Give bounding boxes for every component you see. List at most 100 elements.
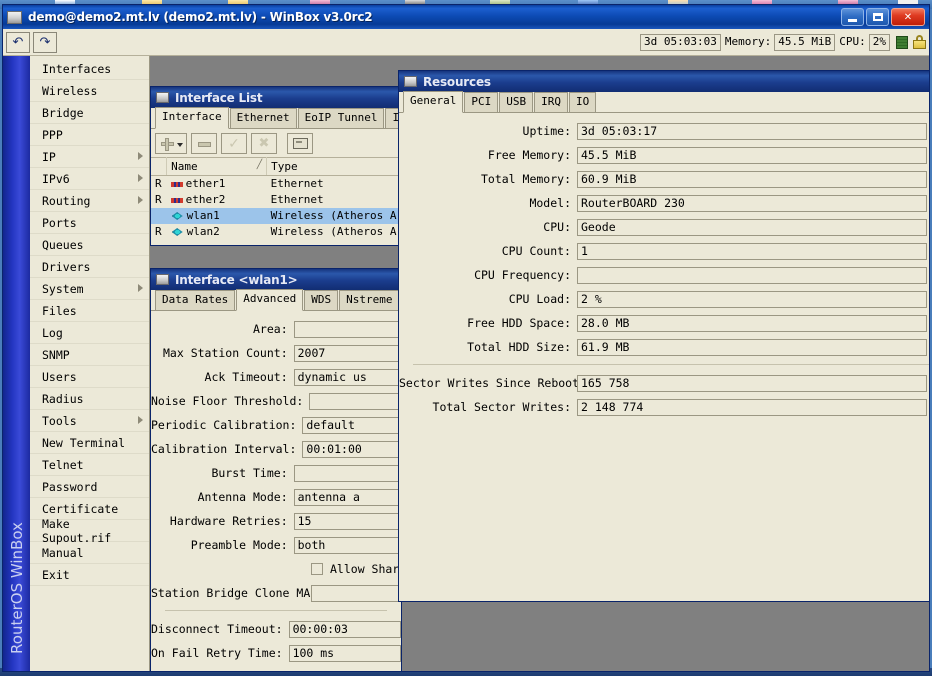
winbox-titlebar[interactable]: demo@demo2.mt.lv (demo2.mt.lv) - WinBox …: [3, 5, 929, 29]
max-station-count-input[interactable]: 2007: [293, 344, 401, 362]
ack-timeout-input[interactable]: dynamic us: [293, 368, 401, 386]
sidebar-item-telnet[interactable]: Telnet: [30, 454, 149, 476]
burst-time-label: Burst Time:: [211, 466, 288, 480]
sidebar-item-manual[interactable]: Manual: [30, 542, 149, 564]
sidebar-item-new-terminal[interactable]: New Terminal: [30, 432, 149, 454]
resources-form: Uptime: 3d 05:03:17 Free Memory: 45.5 MiB To…: [399, 113, 929, 419]
tab-advanced[interactable]: Advanced: [236, 289, 304, 311]
sidebar-item-radius[interactable]: Radius: [30, 388, 149, 410]
maximize-button[interactable]: [866, 8, 889, 26]
cpu-frequency-row: CPU Frequency:: [399, 263, 929, 287]
tab-eoip-tunnel[interactable]: EoIP Tunnel: [297, 108, 385, 128]
row-name-cell: ether1: [167, 176, 267, 192]
tab-ethernet[interactable]: Ethernet: [229, 108, 297, 128]
model-input[interactable]: RouterBOARD 230: [577, 194, 927, 212]
interface-wlan1-content: Data RatesAdvancedWDSNstremeTx P Area: Ma…: [151, 289, 441, 665]
cpu-frequency-label: CPU Frequency:: [474, 268, 571, 282]
chevron-right-icon: [138, 284, 143, 292]
burst-time-input[interactable]: [293, 464, 401, 482]
uptime-input[interactable]: 3d 05:03:17: [577, 122, 927, 140]
comment-button[interactable]: [287, 133, 313, 154]
sidebar-item-log[interactable]: Log: [30, 322, 149, 344]
sidebar-item-wireless[interactable]: Wireless: [30, 80, 149, 102]
sidebar-item-users[interactable]: Users: [30, 366, 149, 388]
sidebar-item-drivers[interactable]: Drivers: [30, 256, 149, 278]
sidebar-item-files[interactable]: Files: [30, 300, 149, 322]
disconnect-timeout-row: Disconnect Timeout: 00:00:03: [151, 617, 401, 641]
table-row[interactable]: Rether2 Ethernet: [151, 192, 401, 208]
sector-writes-since-reboot-row: Sector Writes Since Reboot: 165 758: [399, 371, 929, 395]
tab-interface[interactable]: Interface: [155, 107, 229, 129]
station-bridge-clone-mac-input[interactable]: [311, 584, 401, 602]
sidebar-item-ppp[interactable]: PPP: [30, 124, 149, 146]
antenna-mode-label: Antenna Mode:: [197, 490, 288, 504]
sidebar-item-interfaces[interactable]: Interfaces: [30, 58, 149, 80]
tab-usb[interactable]: USB: [499, 92, 534, 112]
undo-icon[interactable]: ↶: [6, 31, 30, 53]
close-button[interactable]: ✕: [891, 8, 925, 26]
table-row[interactable]: wlan1 Wireless (Atheros A: [151, 207, 401, 224]
sidebar-item-label: SNMP: [42, 347, 70, 362]
ethernet-icon: [170, 196, 183, 205]
column-header-name[interactable]: Name ╱: [166, 157, 268, 176]
sector-writes-since-reboot-input[interactable]: 165 758: [577, 374, 927, 392]
antenna-mode-input[interactable]: antenna a: [293, 488, 401, 506]
on-fail-retry-time-input[interactable]: 100 ms: [288, 644, 401, 662]
interface-list-titlebar[interactable]: Interface List: [151, 87, 401, 108]
tab-wds[interactable]: WDS: [304, 290, 339, 310]
column-header-type[interactable]: Type: [266, 157, 401, 176]
row-type: Ethernet: [270, 193, 324, 206]
area-input[interactable]: [293, 320, 401, 338]
cpu-load-input[interactable]: 2 %: [577, 290, 927, 308]
cpu-frequency-input[interactable]: [577, 266, 927, 284]
noise-floor-threshold-input[interactable]: [309, 392, 401, 410]
column-header[interactable]: [151, 157, 168, 176]
total-memory-input[interactable]: 60.9 MiB: [577, 170, 927, 188]
sidebar-item-make-supout-rif[interactable]: Make Supout.rif: [30, 517, 149, 545]
sidebar-item-label: Radius: [42, 391, 84, 406]
sidebar-item-routing[interactable]: Routing: [30, 190, 149, 212]
tab-general[interactable]: General: [403, 91, 464, 113]
tab-pci[interactable]: PCI: [464, 92, 499, 112]
tab-irq[interactable]: IRQ: [534, 92, 568, 112]
tab-io[interactable]: IO: [568, 92, 597, 112]
sidebar-item-system[interactable]: System: [30, 278, 149, 300]
interface-wlan1-titlebar[interactable]: Interface <wlan1>: [151, 269, 401, 290]
table-row[interactable]: Rether1 Ethernet: [151, 176, 401, 192]
model-label: Model:: [529, 196, 571, 210]
status-cpu-value: 2%: [868, 33, 890, 51]
preamble-mode-input[interactable]: both: [293, 536, 401, 554]
sidebar-item-password[interactable]: Password: [30, 476, 149, 498]
free-memory-input[interactable]: 45.5 MiB: [577, 146, 927, 164]
sidebar-item-ipv6[interactable]: IPv6: [30, 168, 149, 190]
total-sector-writes-input[interactable]: 2 148 774: [577, 398, 927, 416]
sidebar-item-tools[interactable]: Tools: [30, 410, 149, 432]
remove-button[interactable]: [191, 133, 217, 154]
cpu-input[interactable]: Geode: [577, 218, 927, 236]
allow-sharedkey-checkbox[interactable]: [311, 563, 323, 575]
sidebar-item-exit[interactable]: Exit: [30, 564, 149, 586]
winbox-app-icon: [7, 10, 22, 24]
table-row[interactable]: Rwlan2 Wireless (Atheros A: [151, 224, 401, 240]
redo-icon[interactable]: ↷: [33, 31, 57, 53]
total-hdd-size-input[interactable]: 61.9 MB: [577, 338, 927, 356]
resources-titlebar[interactable]: Resources: [399, 71, 929, 92]
cpu-count-input[interactable]: 1: [577, 242, 927, 260]
add-button[interactable]: [155, 133, 187, 154]
sidebar-item-ip[interactable]: IP: [30, 146, 149, 168]
calibration-interval-input[interactable]: 00:01:00: [302, 440, 401, 458]
sort-ascending-icon: ╱: [256, 160, 263, 170]
sidebar-item-queues[interactable]: Queues: [30, 234, 149, 256]
interface-wlan1-window: Interface <wlan1> Data Rates Advanced WDS N…: [150, 268, 441, 671]
sidebar-item-bridge[interactable]: Bridge: [30, 102, 149, 124]
minimize-button[interactable]: [841, 8, 864, 26]
hardware-retries-row: Hardware Retries: 15: [151, 509, 401, 533]
periodic-calibration-input[interactable]: default: [302, 416, 401, 434]
hardware-retries-input[interactable]: 15: [293, 512, 401, 530]
free-hdd-space-input[interactable]: 28.0 MB: [577, 314, 927, 332]
sidebar-item-snmp[interactable]: SNMP: [30, 344, 149, 366]
tab-nstreme[interactable]: Nstreme: [339, 290, 400, 310]
disconnect-timeout-input[interactable]: 00:00:03: [288, 620, 401, 638]
tab-data-rates[interactable]: Data Rates: [155, 290, 236, 310]
sidebar-item-ports[interactable]: Ports: [30, 212, 149, 234]
